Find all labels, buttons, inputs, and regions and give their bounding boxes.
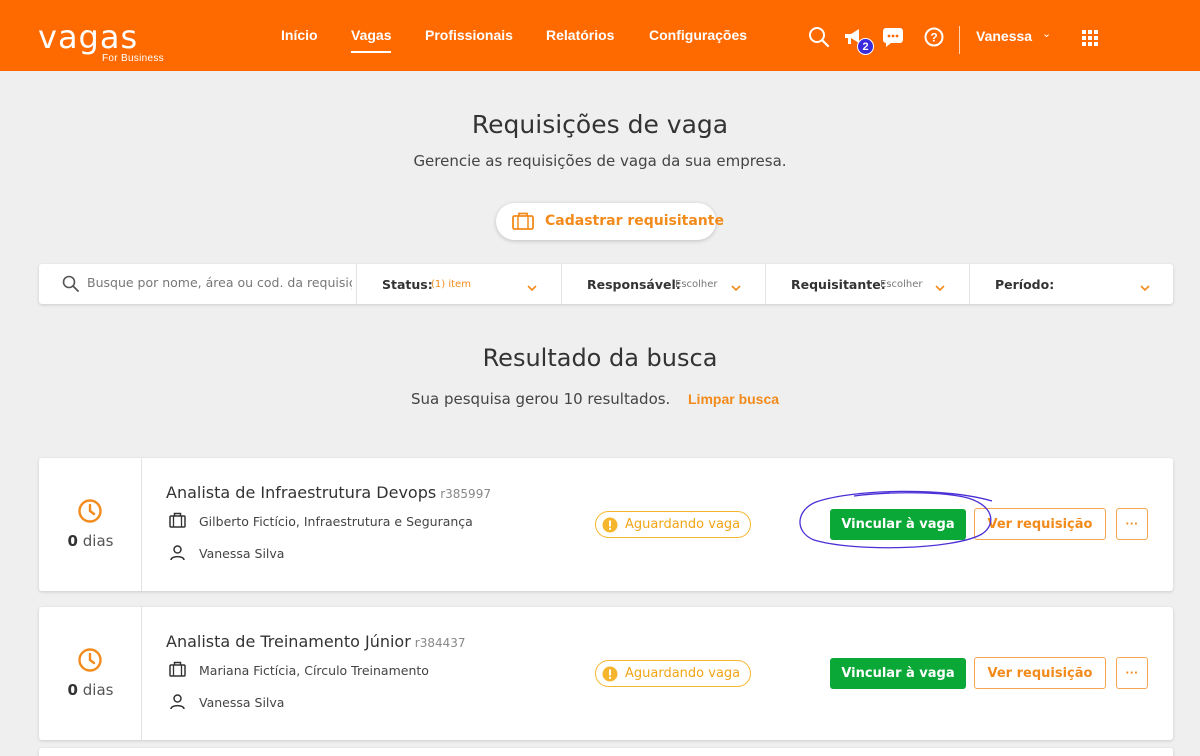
warning-icon (602, 666, 618, 691)
search-icon (62, 275, 79, 297)
requisitante-filter-value: Escolher (880, 279, 923, 290)
register-requester-button[interactable]: Cadastrar requisitante (496, 203, 724, 240)
days-open: 0 dias (39, 532, 142, 550)
status-badge: Aguardando vaga (595, 511, 752, 538)
periodo-filter-label: Período: (995, 277, 1055, 292)
view-requisition-button[interactable]: Ver requisição (974, 657, 1106, 689)
responsavel-filter-value: Escolher (675, 279, 718, 290)
link-to-job-button[interactable]: Vincular à vaga (830, 658, 966, 689)
company-text: Gilberto Fictício, Infraestrutura e Segu… (199, 514, 473, 529)
clear-search-link[interactable]: Limpar busca (688, 391, 779, 407)
nav-inicio[interactable]: Início (281, 27, 318, 43)
responsavel-filter-label: Responsável: (587, 277, 681, 292)
help-icon[interactable]: ? (923, 26, 945, 48)
briefcase-icon (512, 212, 534, 234)
status-text: Aguardando vaga (625, 666, 741, 681)
days-open-unit: dias (82, 532, 114, 550)
requisition-card: 0 dias Analista de Treinamento Júnior r38… (39, 607, 1173, 740)
search-input[interactable] (87, 275, 352, 290)
header-divider (959, 26, 960, 54)
apps-grid-icon[interactable] (1080, 28, 1102, 50)
nav-profissionais[interactable]: Profissionais (425, 27, 513, 43)
company-text: Mariana Fictícia, Círculo Treinamento (199, 663, 429, 678)
days-open-panel: 0 dias (39, 607, 142, 740)
responsavel-filter[interactable]: Responsável: Escolher (561, 264, 765, 304)
notification-badge: 2 (857, 38, 874, 55)
chevron-down-icon (935, 278, 945, 297)
requisition-title[interactable]: Analista de Infraestrutura Devops r385997 (166, 483, 491, 502)
periodo-filter[interactable]: Período: (969, 264, 1173, 304)
user-icon (169, 693, 186, 713)
status-filter[interactable]: Status: (1) item (356, 264, 561, 304)
logo-subtitle: For Business (102, 53, 164, 64)
vagas-logo[interactable]: vagas For Business (38, 18, 164, 64)
user-menu[interactable]: Vanessa (976, 28, 1032, 44)
page-title: Requisições de vaga (471, 110, 729, 139)
clock-icon (77, 647, 103, 678)
logo-wordmark: vagas (38, 18, 139, 56)
status-text: Aguardando vaga (625, 517, 741, 532)
more-options-button[interactable]: ··· (1116, 508, 1148, 540)
nav-relatorios[interactable]: Relatórios (546, 27, 614, 43)
chat-icon[interactable] (882, 26, 904, 48)
svg-text:?: ? (930, 31, 937, 45)
days-open-number: 0 (67, 681, 78, 699)
status-filter-label: Status: (382, 277, 433, 292)
register-requester-label: Cadastrar requisitante (545, 213, 724, 229)
search-icon[interactable] (808, 26, 830, 48)
top-navigation-bar: vagas For Business Início Vagas Profissi… (0, 0, 1200, 71)
chevron-down-icon[interactable]: ⌄ (1042, 27, 1051, 40)
results-count: Sua pesquisa gerou 10 resultados. (411, 390, 671, 408)
requisition-title-text: Analista de Infraestrutura Devops (166, 483, 437, 502)
requisition-code: r385997 (440, 487, 491, 501)
search-box[interactable] (39, 264, 356, 304)
requisition-title-text: Analista de Treinamento Júnior (166, 632, 411, 651)
requisitante-filter-label: Requisitante: (791, 277, 886, 292)
owner-text: Vanessa Silva (199, 695, 285, 710)
days-open-panel: 0 dias (39, 458, 142, 591)
requisition-title[interactable]: Analista de Treinamento Júnior r384437 (166, 632, 466, 651)
results-title: Resultado da busca (482, 344, 718, 372)
status-badge: Aguardando vaga (595, 660, 752, 687)
chevron-down-icon (731, 278, 741, 297)
nav-vagas[interactable]: Vagas (351, 27, 392, 53)
days-open: 0 dias (39, 681, 142, 699)
requisition-code: r384437 (414, 636, 466, 650)
clock-icon (77, 498, 103, 529)
days-open-number: 0 (67, 532, 78, 550)
status-filter-value: (1) item (431, 279, 471, 290)
warning-icon (602, 517, 618, 542)
requisition-card: 0 dias Analista de Infraestrutura Devops… (39, 458, 1173, 591)
briefcase-icon (169, 661, 186, 681)
view-requisition-button[interactable]: Ver requisição (974, 508, 1106, 540)
days-open-unit: dias (82, 681, 114, 699)
more-options-button[interactable]: ··· (1116, 657, 1148, 689)
user-icon (169, 544, 186, 564)
requisitante-filter[interactable]: Requisitante: Escolher (765, 264, 969, 304)
filter-bar: Status: (1) item Responsável: Escolher R… (39, 264, 1173, 304)
next-card-edge (39, 748, 1173, 756)
link-to-job-button[interactable]: Vincular à vaga (830, 509, 966, 540)
nav-configuracoes[interactable]: Configurações (649, 27, 747, 43)
chevron-down-icon (527, 278, 537, 297)
owner-text: Vanessa Silva (199, 546, 285, 561)
briefcase-icon (169, 512, 186, 532)
page-subtitle: Gerencie as requisições de vaga da sua e… (413, 152, 787, 170)
chevron-down-icon (1140, 278, 1150, 297)
